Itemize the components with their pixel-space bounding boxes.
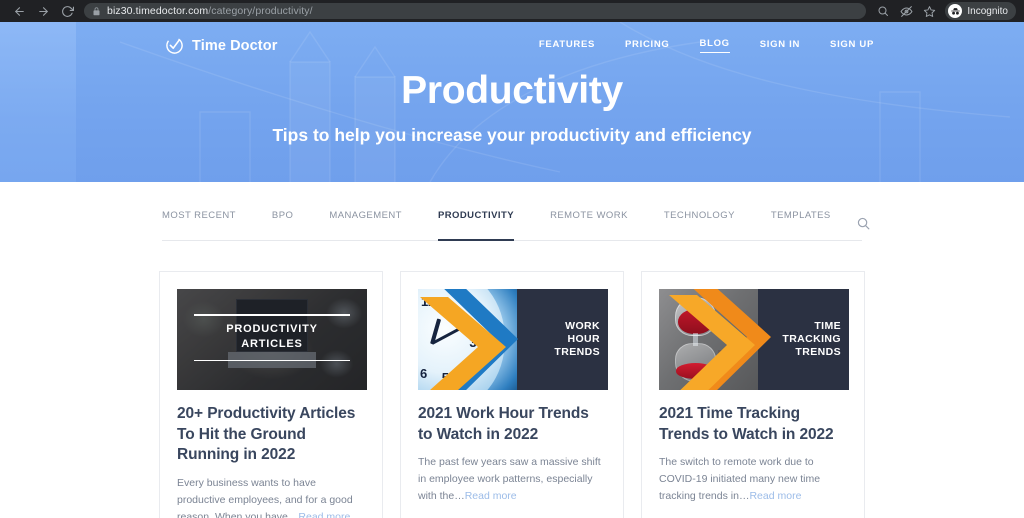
nav-item-sign-in[interactable]: SIGN IN [760, 39, 800, 53]
thumbnail-caption: TIME TRACKING TRENDS [782, 319, 841, 359]
back-arrow-icon [14, 6, 24, 16]
page-subtitle: Tips to help you increase your productiv… [272, 125, 752, 145]
article-excerpt: The switch to remote work due to COVID-1… [659, 454, 847, 505]
site-nav: FEATURES PRICING BLOG SIGN IN SIGN UP [539, 38, 874, 53]
read-more-link[interactable]: Read more [298, 511, 350, 518]
bookmark-button[interactable] [918, 1, 940, 21]
article-title[interactable]: 20+ Productivity Articles To Hit the Gro… [177, 404, 365, 466]
read-more-link[interactable]: Read more [465, 490, 517, 502]
star-icon [923, 5, 936, 17]
thumbnail-caption-line2: ARTICLES [241, 338, 303, 351]
thumbnail-caption-line3: TRENDS [554, 346, 600, 359]
hidden-extension-button[interactable] [895, 1, 917, 21]
thumbnail-caption: PRODUCTIVITY ARTICLES [177, 322, 367, 351]
site-header: Time Doctor FEATURES PRICING BLOG SIGN I… [0, 22, 1024, 55]
url-host: biz30.timedoctor.com [107, 5, 209, 17]
thumbnail-rule-bottom [194, 359, 350, 362]
article-thumbnail[interactable]: 12 1 2 3 4 5 6 WORK HOUR TRENDS [418, 289, 608, 390]
browser-nav-buttons [8, 1, 78, 21]
thumbnail-caption-line3: TRENDS [795, 346, 841, 359]
search-icon [857, 217, 869, 229]
thumbnail-caption-line1: TIME [814, 319, 841, 332]
nav-item-sign-up[interactable]: SIGN UP [830, 39, 874, 53]
thumbnail-caption-line2: TRACKING [782, 332, 841, 345]
back-button[interactable] [8, 1, 30, 21]
forward-button[interactable] [32, 1, 54, 21]
orange-chevron-icon [669, 295, 755, 390]
address-bar[interactable]: biz30.timedoctor.com/category/productivi… [84, 3, 867, 19]
browser-toolbar: biz30.timedoctor.com/category/productivi… [0, 0, 1024, 22]
lock-icon [92, 6, 101, 16]
thumbnail-caption: WORK HOUR TRENDS [554, 319, 600, 359]
category-tabs: MOST RECENT BPO MANAGEMENT PRODUCTIVITY … [162, 210, 862, 241]
hero-banner: Time Doctor FEATURES PRICING BLOG SIGN I… [0, 22, 1024, 182]
time-doctor-check-clock-logo [166, 37, 183, 54]
incognito-avatar-icon [948, 4, 963, 18]
incognito-label: Incognito [967, 5, 1008, 17]
nav-item-blog[interactable]: BLOG [699, 38, 730, 53]
article-list: PRODUCTIVITY ARTICLES 20+ Productivity A… [159, 241, 865, 518]
article-thumbnail[interactable]: PRODUCTIVITY ARTICLES [177, 289, 367, 390]
thumbnail-caption-line1: WORK [565, 319, 600, 332]
nav-item-features[interactable]: FEATURES [539, 39, 595, 53]
tab-management[interactable]: MANAGEMENT [329, 210, 402, 240]
reload-button[interactable] [56, 1, 78, 21]
nav-item-pricing[interactable]: PRICING [625, 39, 670, 53]
article-title[interactable]: 2021 Work Hour Trends to Watch in 2022 [418, 404, 606, 445]
brand-name: Time Doctor [192, 37, 278, 54]
thumbnail-caption-line2: HOUR [567, 332, 600, 345]
tab-remote-work[interactable]: REMOTE WORK [550, 210, 628, 240]
category-tabs-section: MOST RECENT BPO MANAGEMENT PRODUCTIVITY … [162, 182, 869, 241]
article-title[interactable]: 2021 Time Tracking Trends to Watch in 20… [659, 404, 847, 445]
search-button[interactable] [852, 212, 874, 234]
article-card[interactable]: 12 1 2 3 4 5 6 WORK HOUR TRENDS 2021 Wor… [400, 271, 624, 518]
url-path: /category/productivity/ [208, 5, 313, 17]
page-title: Productivity [401, 69, 623, 112]
tab-productivity[interactable]: PRODUCTIVITY [437, 210, 515, 241]
brand-logo[interactable]: Time Doctor [165, 36, 277, 55]
thumbnail-caption-line1: PRODUCTIVITY [226, 323, 318, 336]
article-excerpt: The past few years saw a massive shift i… [418, 454, 606, 505]
article-thumbnail[interactable]: TIME TRACKING TRENDS [659, 289, 849, 390]
tab-technology[interactable]: TECHNOLOGY [664, 210, 735, 240]
article-excerpt: Every business wants to have productive … [177, 475, 365, 518]
forward-arrow-icon [38, 6, 48, 16]
excerpt-ellipsis: … [738, 490, 750, 503]
reload-icon [61, 5, 74, 17]
page-search-button[interactable] [872, 1, 894, 21]
read-more-link[interactable]: Read more [749, 490, 801, 502]
eye-slash-icon [900, 5, 913, 17]
article-card[interactable]: TIME TRACKING TRENDS 2021 Time Tracking … [641, 271, 865, 518]
url-text: biz30.timedoctor.com/category/productivi… [107, 5, 313, 17]
tab-most-recent[interactable]: MOST RECENT [162, 210, 236, 240]
tab-templates[interactable]: TEMPLATES [771, 210, 831, 240]
browser-toolbar-actions: Incognito [872, 1, 1016, 21]
incognito-indicator[interactable]: Incognito [945, 2, 1016, 20]
excerpt-ellipsis: … [454, 490, 465, 503]
excerpt-ellipsis: … [287, 510, 299, 518]
search-icon [878, 6, 889, 16]
article-card[interactable]: PRODUCTIVITY ARTICLES 20+ Productivity A… [159, 271, 383, 518]
thumbnail-rule-top [194, 314, 350, 316]
tab-bpo[interactable]: BPO [272, 210, 293, 240]
orange-chevron-icon [420, 297, 506, 390]
